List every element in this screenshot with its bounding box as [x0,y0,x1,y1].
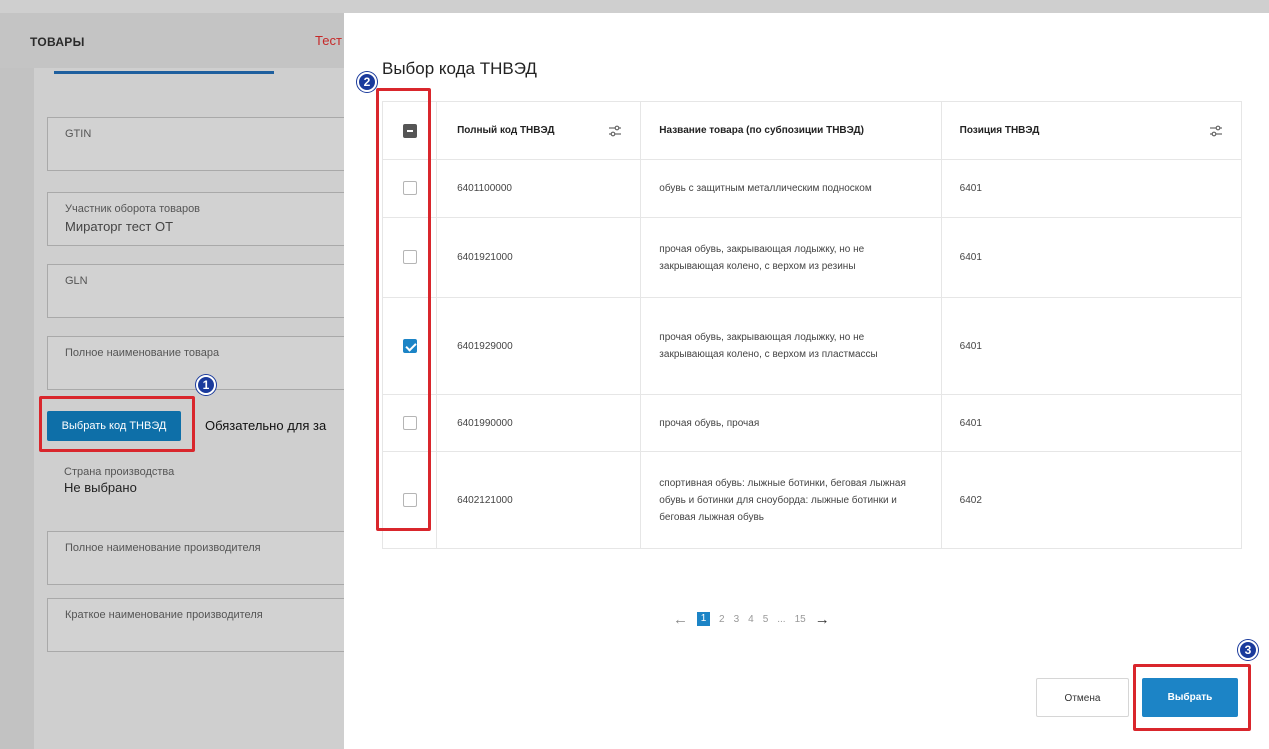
producer-full-name-label: Полное наименование производителя [65,542,261,554]
cell-name: прочая обувь, прочая [640,394,942,452]
highlight-confirm-button [1133,664,1251,731]
gtin-label: GTIN [65,128,92,140]
modal-title: Выбор кода ТНВЭД [382,59,537,78]
participant-label: Участник оборота товаров [65,203,201,215]
active-tab-underline [54,71,274,74]
col-position-label: Позиция ТНВЭД [959,125,1040,136]
pagination: ← 1 2 3 4 5 ... 15 → [673,609,830,629]
tnved-table: Полный код ТНВЭД Название товара (по суб… [382,101,1243,549]
col-code-label: Полный код ТНВЭД [457,125,555,136]
participant-value: Мираторг тест ОТ [65,219,174,234]
filter-icon[interactable] [608,125,622,137]
cell-name: прочая обувь, закрывающая лодыжку, но не… [640,217,942,298]
side-strip [0,68,34,749]
page-ellipsis: ... [777,613,786,625]
step-badge-1: 1 [196,375,216,395]
table-row[interactable]: 6401100000 обувь с защитным металлически… [382,159,1243,218]
page-15[interactable]: 15 [795,614,806,625]
country-value: Не выбрано [64,480,137,495]
cell-code: 6401990000 [436,394,642,452]
cell-name: прочая обувь, закрывающая лодыжку, но не… [640,297,942,395]
page-4[interactable]: 4 [748,614,754,625]
col-code-header: Полный код ТНВЭД [436,101,642,160]
producer-short-name-field[interactable]: Краткое наименование производителя [47,598,347,652]
page-1[interactable]: 1 [697,612,710,626]
participant-field[interactable]: Участник оборота товаров Мираторг тест О… [47,192,347,246]
cell-code: 6401100000 [436,159,642,218]
col-position-header: Позиция ТНВЭД [941,101,1243,160]
highlight-checkbox-column [376,88,431,531]
prev-page-arrow-icon[interactable]: ← [673,611,688,628]
cell-position: 6401 [941,297,1243,395]
gln-field[interactable]: GLN [47,264,347,318]
cell-code: 6401921000 [436,217,642,298]
required-note: Обязательно для за [205,418,327,433]
gln-label: GLN [65,275,88,287]
cell-position: 6401 [941,217,1243,298]
producer-short-name-label: Краткое наименование производителя [65,609,263,621]
step-badge-2: 2 [357,72,377,92]
gtin-field[interactable]: GTIN [47,117,347,171]
next-page-arrow-icon[interactable]: → [815,611,830,628]
country-label: Страна производства [64,466,175,478]
table-row[interactable]: 6402121000 спортивная обувь: лыжные боти… [382,451,1243,549]
col-name-header: Название товара (по субпозиции ТНВЭД) [640,101,942,160]
table-row[interactable]: 6401990000 прочая обувь, прочая 6401 [382,394,1243,452]
cancel-button[interactable]: Отмена [1036,678,1129,717]
table-header-row: Полный код ТНВЭД Название товара (по суб… [382,101,1243,160]
filter-icon[interactable] [1209,125,1223,137]
cell-name: обувь с защитным металлическим подноском [640,159,942,218]
cell-code: 6401929000 [436,297,642,395]
cell-name: спортивная обувь: лыжные ботинки, бегова… [640,451,942,549]
page-3[interactable]: 3 [734,614,740,625]
cell-position: 6401 [941,394,1243,452]
full-name-label: Полное наименование товара [65,347,220,359]
col-name-label: Название товара (по субпозиции ТНВЭД) [659,125,864,136]
step-badge-3: 3 [1238,640,1258,660]
page-2[interactable]: 2 [719,614,725,625]
cell-position: 6401 [941,159,1243,218]
tnved-modal: Выбор кода ТНВЭД Полный код ТНВЭД Назван… [344,13,1269,749]
page-header: ТОВАРЫ Тест [0,13,344,68]
country-field[interactable]: Страна производства Не выбрано [47,458,347,512]
cell-position: 6402 [941,451,1243,549]
cell-code: 6402121000 [436,451,642,549]
page-title: ТОВАРЫ [30,35,85,49]
page-5[interactable]: 5 [763,614,769,625]
table-row[interactable]: 6401929000 прочая обувь, закрывающая лод… [382,297,1243,395]
producer-full-name-field[interactable]: Полное наименование производителя [47,531,347,585]
highlight-select-button [39,396,195,452]
tab-test[interactable]: Тест [315,33,342,48]
table-row[interactable]: 6401921000 прочая обувь, закрывающая лод… [382,217,1243,298]
